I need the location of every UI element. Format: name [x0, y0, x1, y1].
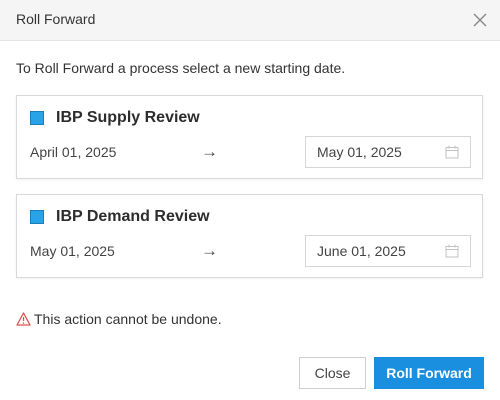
process-card-supply-review: IBP Supply Review April 01, 2025 → May 0… — [16, 95, 483, 179]
roll-forward-dialog: Roll Forward To Roll Forward a process s… — [0, 0, 500, 400]
dialog-header: Roll Forward — [0, 0, 500, 41]
new-start-date-value: June 01, 2025 — [317, 243, 406, 259]
warning-triangle-icon — [16, 312, 31, 326]
current-start-date: April 01, 2025 — [30, 144, 117, 160]
calendar-icon[interactable] — [445, 145, 459, 159]
close-icon[interactable] — [472, 12, 488, 28]
right-arrow-icon: → — [201, 142, 218, 161]
warning-message: This action cannot be undone. — [16, 311, 222, 327]
new-start-date-picker[interactable]: June 01, 2025 — [305, 235, 471, 267]
process-color-swatch — [30, 210, 44, 224]
instruction-text: To Roll Forward a process select a new s… — [16, 60, 346, 76]
process-name: IBP Supply Review — [56, 109, 200, 126]
warning-text: This action cannot be undone. — [34, 311, 222, 327]
process-color-swatch — [30, 111, 44, 125]
new-start-date-value: May 01, 2025 — [317, 144, 402, 160]
dialog-title: Roll Forward — [16, 11, 96, 27]
close-button[interactable]: Close — [299, 357, 366, 389]
process-card-demand-review: IBP Demand Review May 01, 2025 → June 01… — [16, 194, 483, 278]
roll-forward-button[interactable]: Roll Forward — [374, 357, 484, 389]
process-name: IBP Demand Review — [56, 208, 210, 225]
current-start-date: May 01, 2025 — [30, 243, 115, 259]
right-arrow-icon: → — [201, 241, 218, 260]
calendar-icon[interactable] — [445, 244, 459, 258]
new-start-date-picker[interactable]: May 01, 2025 — [305, 136, 471, 168]
